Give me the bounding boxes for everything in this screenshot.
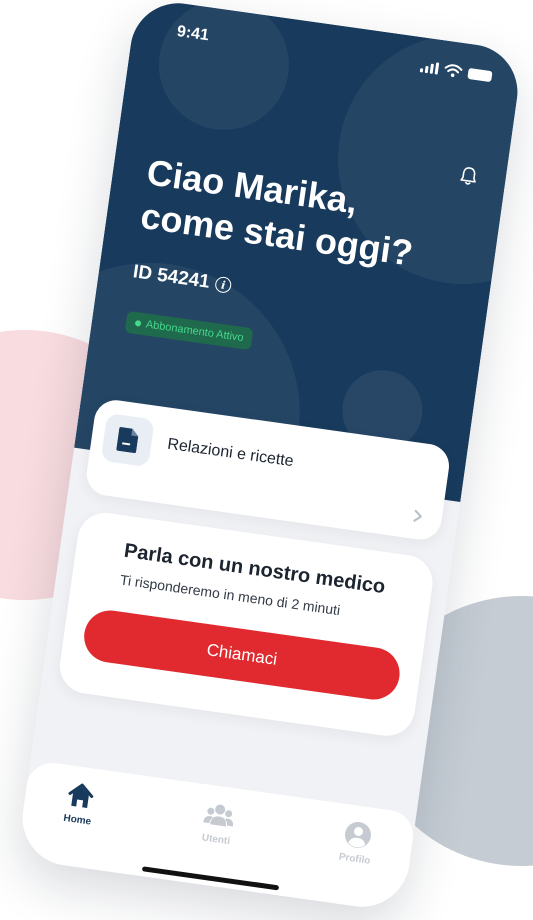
wifi-icon: [444, 64, 463, 78]
home-icon: [68, 783, 94, 808]
nav-item-users[interactable]: Utenti: [176, 795, 261, 851]
profile-icon: [344, 821, 371, 848]
users-icon: [203, 804, 234, 827]
bell-icon[interactable]: [456, 164, 481, 189]
reports-label: Relazioni e ricette: [166, 435, 295, 471]
nav-item-home[interactable]: Home: [37, 776, 122, 832]
chevron-right-icon: [413, 509, 422, 522]
call-button[interactable]: Chiamaci: [80, 607, 403, 703]
nav-item-profile[interactable]: Profilo: [314, 815, 399, 871]
signal-icon: [419, 60, 440, 75]
status-dot-icon: [134, 319, 142, 327]
stage: 9:41 Ciao Marika, come stai oggi? ID 542…: [0, 0, 533, 920]
info-icon[interactable]: i: [214, 275, 233, 294]
battery-icon: [467, 67, 493, 82]
nav-label-home: Home: [62, 812, 92, 828]
nav-label-profile: Profilo: [338, 851, 372, 867]
header-bubble: [150, 0, 298, 139]
document-icon: [100, 412, 155, 468]
bottom-nav: Home Utenti Profilo: [16, 759, 417, 913]
nav-label-users: Utenti: [201, 832, 231, 848]
call-doctor-card: Parla con un nostro medico Ti rispondere…: [56, 509, 437, 740]
